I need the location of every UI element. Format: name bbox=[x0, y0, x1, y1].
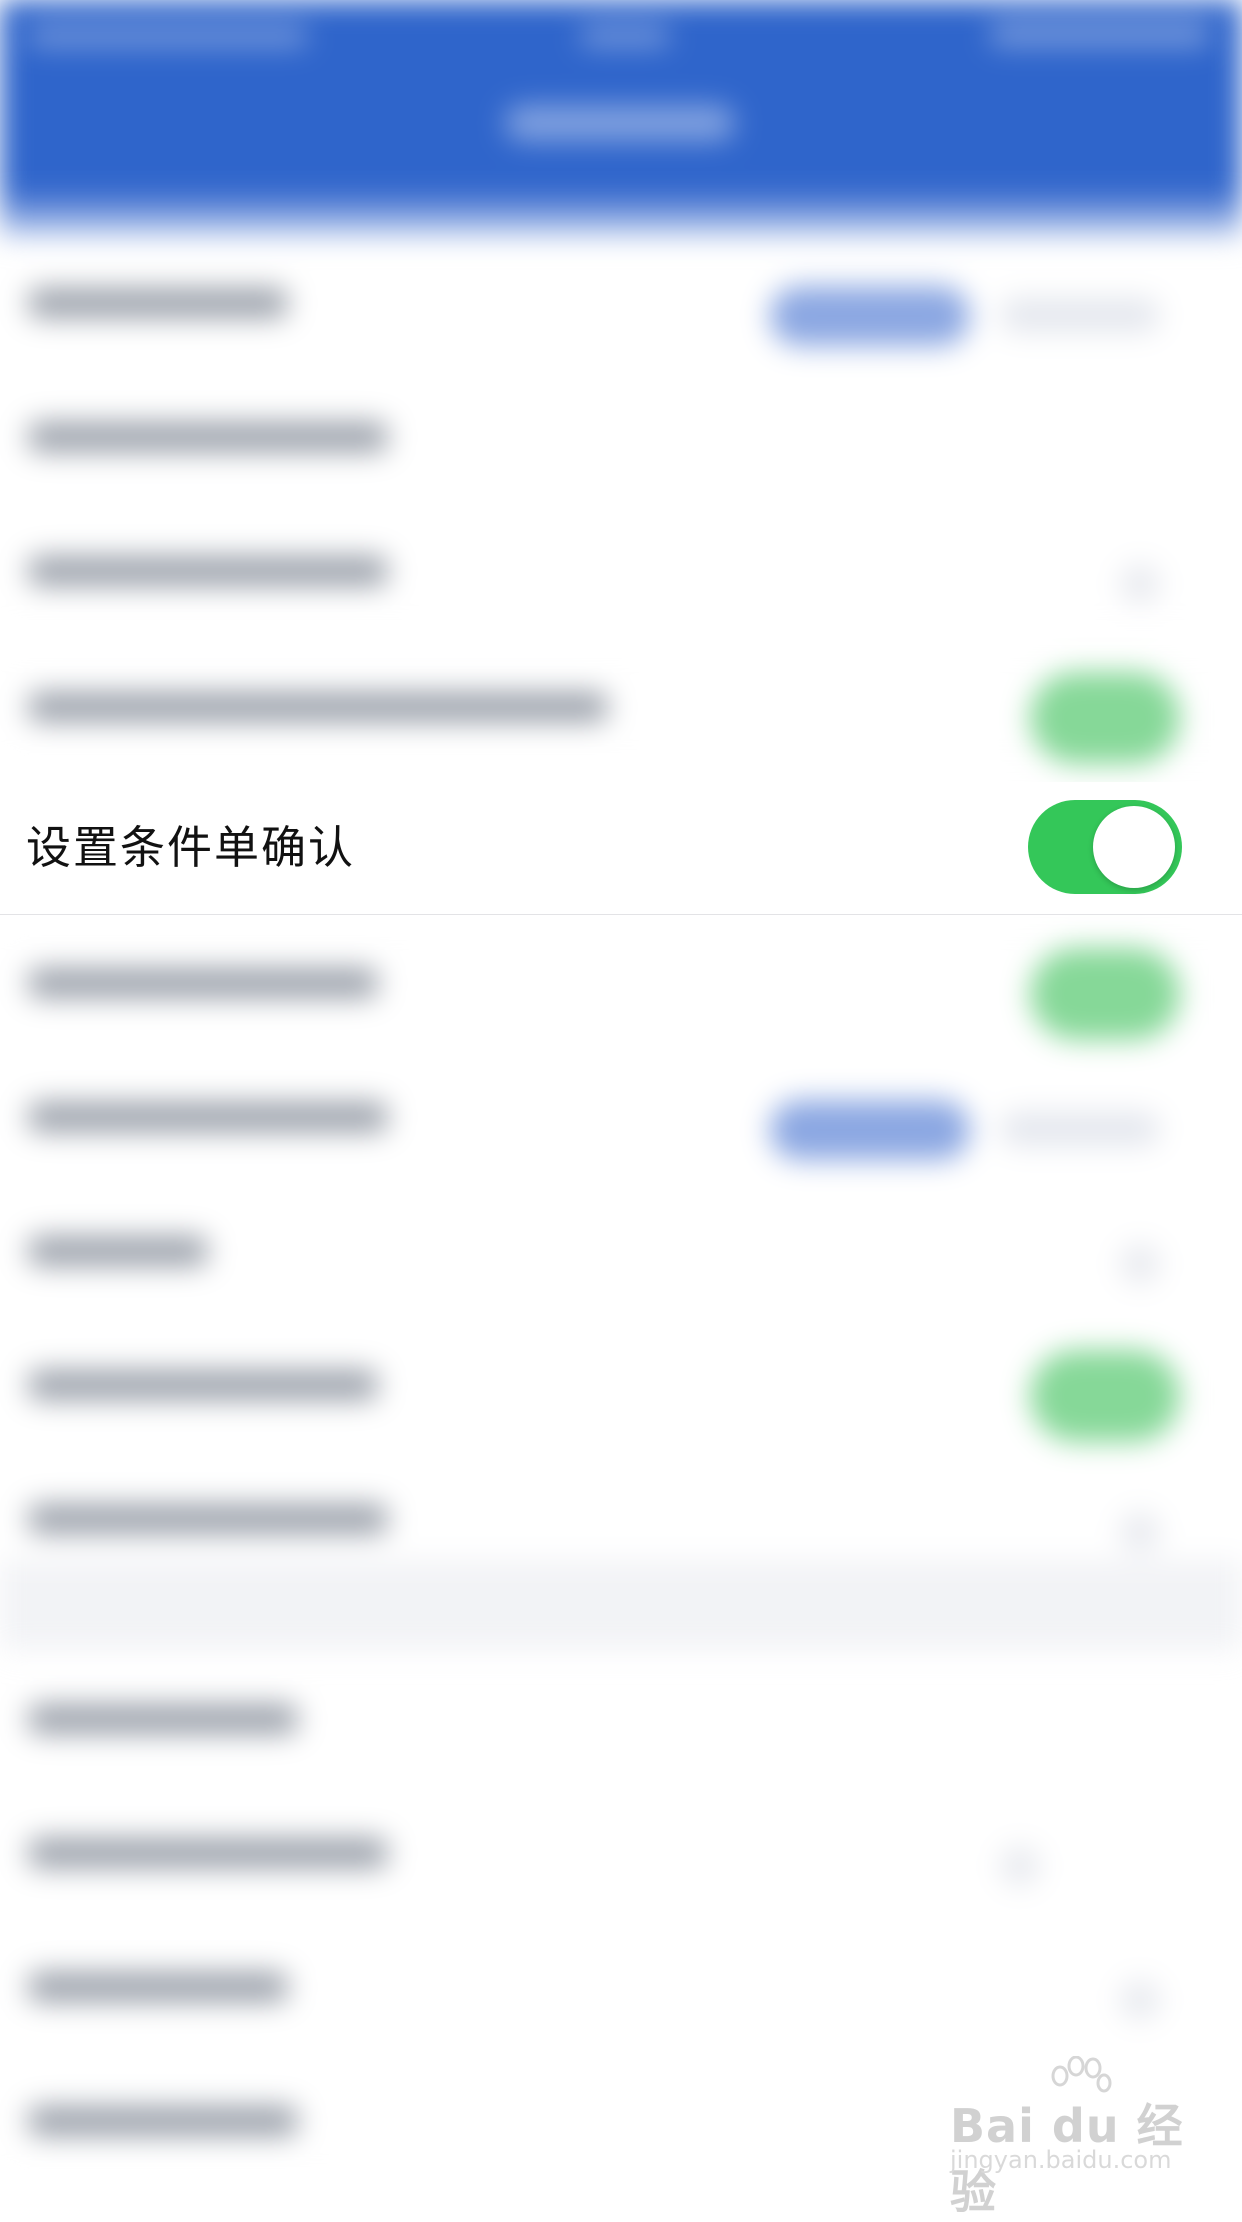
app-header bbox=[0, 0, 1242, 200]
settings-row[interactable] bbox=[0, 916, 1242, 1050]
settings-row[interactable] bbox=[0, 1318, 1242, 1452]
settings-row[interactable] bbox=[0, 1786, 1242, 1920]
row-label bbox=[28, 1236, 208, 1266]
status-bar-right bbox=[990, 22, 1210, 46]
conditional-order-confirm-toggle[interactable] bbox=[1028, 800, 1182, 894]
row-label bbox=[28, 1102, 388, 1132]
conditional-order-confirm-row[interactable]: 设置条件单确认 bbox=[0, 782, 1242, 915]
settings-row[interactable] bbox=[0, 504, 1242, 638]
settings-row[interactable] bbox=[0, 1920, 1242, 2054]
toggle-switch[interactable] bbox=[1030, 948, 1180, 1040]
chevron-right-icon bbox=[1120, 1980, 1160, 2020]
segmented-control[interactable] bbox=[770, 1100, 970, 1160]
settings-row[interactable] bbox=[0, 1050, 1242, 1184]
chevron-right-icon bbox=[1120, 1512, 1160, 1552]
row-label bbox=[28, 968, 378, 998]
settings-row[interactable] bbox=[0, 236, 1242, 370]
watermark-url: jingyan.baidu.com bbox=[950, 2146, 1172, 2174]
toggle-switch[interactable] bbox=[1030, 672, 1180, 764]
section-separator bbox=[0, 1560, 1242, 1650]
settings-row[interactable] bbox=[0, 1652, 1242, 1786]
status-bar-left bbox=[28, 26, 308, 46]
row-label bbox=[28, 1838, 388, 1868]
settings-row[interactable] bbox=[0, 640, 1242, 774]
row-label bbox=[28, 1704, 298, 1734]
segmented-option[interactable] bbox=[1000, 298, 1160, 332]
row-label bbox=[28, 1972, 288, 2002]
baidu-jingyan-watermark: Bai du 经验 jingyan.baidu.com bbox=[950, 2056, 1210, 2219]
row-label bbox=[28, 1370, 378, 1400]
chevron-right-icon bbox=[1000, 1846, 1040, 1886]
status-bar-time bbox=[580, 26, 670, 46]
row-label bbox=[28, 2106, 298, 2136]
settings-row[interactable] bbox=[0, 370, 1242, 504]
toggle-knob bbox=[1093, 806, 1175, 888]
conditional-order-confirm-label: 设置条件单确认 bbox=[26, 821, 356, 874]
chevron-right-icon bbox=[1120, 564, 1160, 604]
row-label bbox=[28, 556, 388, 586]
chevron-right-icon bbox=[1120, 1244, 1160, 1284]
toggle-switch[interactable] bbox=[1030, 1350, 1180, 1442]
row-label bbox=[28, 422, 388, 452]
settings-row[interactable] bbox=[0, 1184, 1242, 1318]
row-label bbox=[28, 288, 288, 318]
segmented-option[interactable] bbox=[1000, 1112, 1160, 1146]
row-label bbox=[28, 1504, 388, 1534]
segmented-control[interactable] bbox=[770, 286, 970, 346]
page-title bbox=[505, 105, 735, 141]
row-label bbox=[28, 692, 608, 722]
